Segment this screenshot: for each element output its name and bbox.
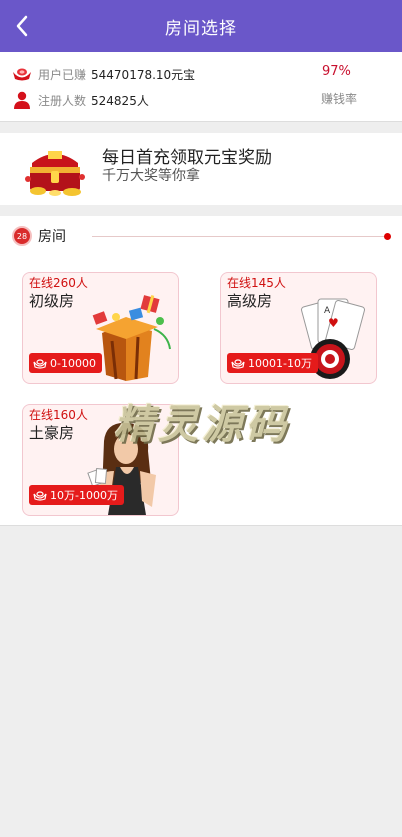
treasure-chest-icon <box>25 151 85 196</box>
chevron-left-icon <box>16 15 28 37</box>
ingot-icon <box>12 64 32 84</box>
room-range-badge: 10001-10万 <box>227 353 318 373</box>
room-card-beginner[interactable]: 在线260人 初级房 0-10000 <box>22 272 179 384</box>
room-range-badge: 0-10000 <box>29 353 102 373</box>
divider-dot <box>384 233 391 240</box>
room-name: 高级房 <box>227 292 273 310</box>
rooms-badge-icon: 28 <box>12 226 32 246</box>
user-icon <box>12 90 32 110</box>
room-range-badge: 10万-1000万 <box>29 485 124 505</box>
earned-row: 用户已赚 54470178.10元宝 <box>12 64 195 84</box>
ingot-icon <box>231 357 245 369</box>
users-value: 524825人 <box>91 93 149 108</box>
rooms-label: 房间 <box>38 229 66 245</box>
ingot-icon <box>33 357 47 369</box>
ingot-icon <box>33 489 47 501</box>
svg-text:A: A <box>324 306 331 316</box>
room-range-text: 10001-10万 <box>248 357 312 370</box>
header-bar: 房间选择 <box>0 0 402 52</box>
room-name: 初级房 <box>29 292 75 310</box>
page-title: 房间选择 <box>165 18 237 39</box>
room-range-text: 10万-1000万 <box>50 489 118 502</box>
earned-value: 54470178.10元宝 <box>91 67 196 82</box>
svg-text:♥: ♥ <box>328 316 339 330</box>
win-rate-value: 97% <box>322 64 351 79</box>
earned-label: 用户已赚 <box>38 67 87 82</box>
win-rate-label: 赚钱率 <box>321 92 358 106</box>
room-range-text: 0-10000 <box>50 356 96 370</box>
users-label: 注册人数 <box>38 93 87 108</box>
stats-panel: 用户已赚 54470178.10元宝 注册人数 524825人 97% 赚钱率 <box>0 52 402 122</box>
room-online-count: 在线160人 <box>29 408 88 422</box>
rooms-section: 28 房间 在线260人 初级房 0-10000 在线145人 高级房 A ♥ … <box>0 216 402 526</box>
users-row: 注册人数 524825人 <box>12 90 149 110</box>
room-name: 土豪房 <box>29 424 75 442</box>
promo-subtitle: 千万大奖等你拿 <box>102 168 200 184</box>
first-recharge-banner[interactable]: 每日首充领取元宝奖励 千万大奖等你拿 <box>0 133 402 205</box>
watermark: 精灵源码 <box>114 401 290 448</box>
rooms-heading: 28 房间 <box>12 226 66 246</box>
room-online-count: 在线145人 <box>227 276 286 290</box>
back-button[interactable] <box>10 12 34 40</box>
room-online-count: 在线260人 <box>29 276 88 290</box>
divider <box>92 236 386 237</box>
room-card-advanced[interactable]: 在线145人 高级房 A ♥ 10001-10万 <box>220 272 377 384</box>
